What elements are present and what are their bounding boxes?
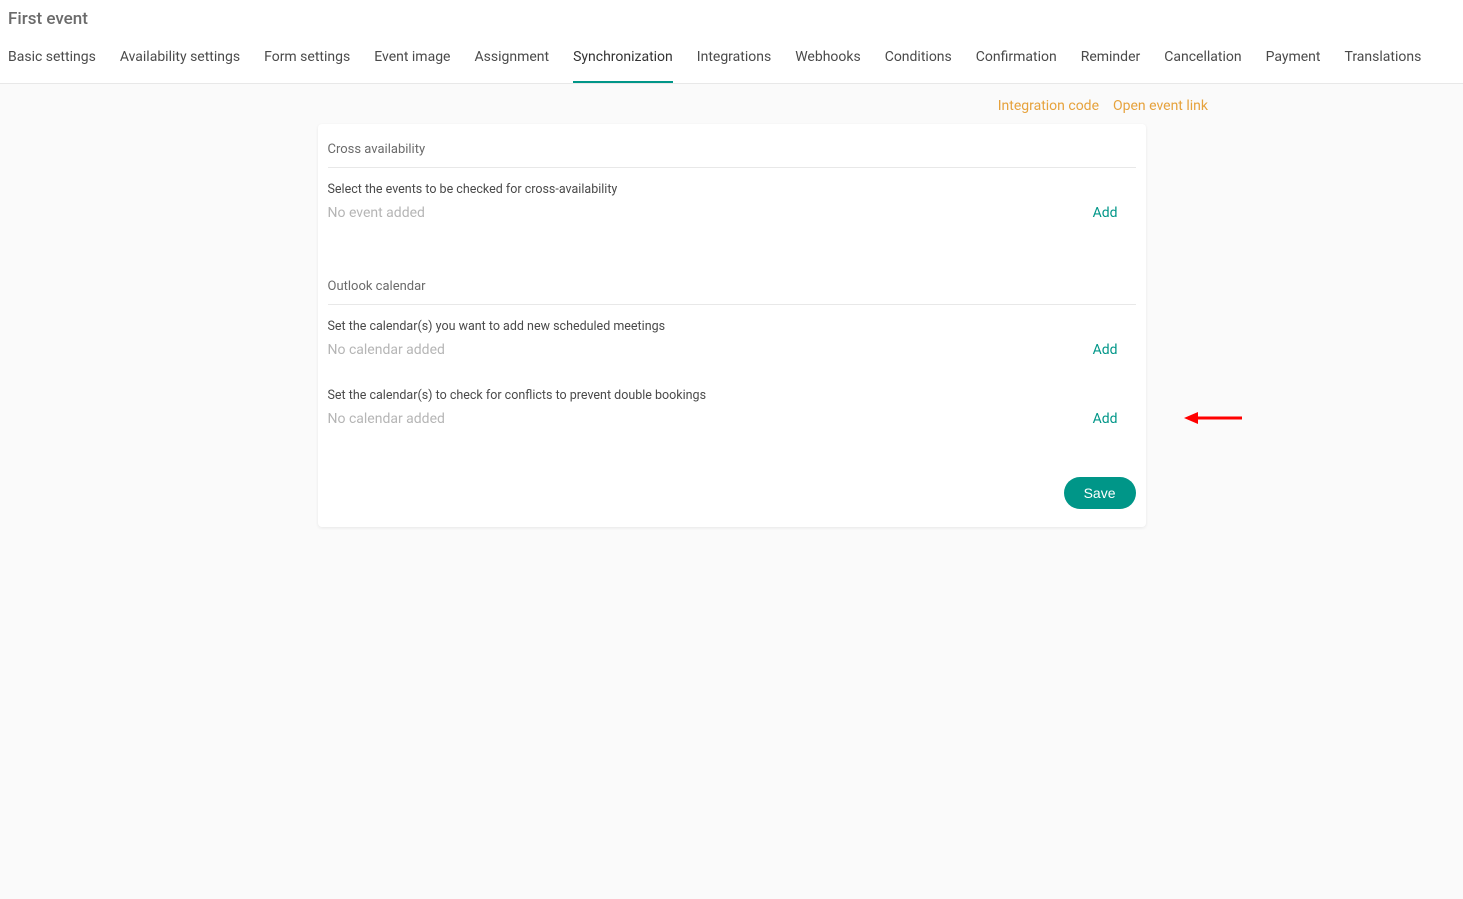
cross-availability-section: Cross availability Select the events to … [328,134,1136,221]
tab-cancellation[interactable]: Cancellation [1164,33,1241,83]
tab-synchronization[interactable]: Synchronization [573,33,673,83]
header-links: Integration code Open event link [0,84,1463,114]
tab-webhooks[interactable]: Webhooks [795,33,861,83]
tabs: Basic settings Availability settings Form … [0,33,1463,83]
tab-basic-settings[interactable]: Basic settings [8,33,96,83]
tab-payment[interactable]: Payment [1266,33,1321,83]
settings-card: Cross availability Select the events to … [318,124,1146,527]
tab-integrations[interactable]: Integrations [697,33,771,83]
outlook-conflict-instruction: Set the calendar(s) to check for conflic… [328,388,1136,403]
tab-availability-settings[interactable]: Availability settings [120,33,240,83]
tab-translations[interactable]: Translations [1344,33,1421,83]
cross-availability-instruction: Select the events to be checked for cros… [328,182,1136,197]
tab-conditions[interactable]: Conditions [885,33,952,83]
save-button[interactable]: Save [1064,477,1136,509]
cross-availability-add-button[interactable]: Add [1093,205,1136,221]
tab-reminder[interactable]: Reminder [1081,33,1141,83]
cross-availability-title: Cross availability [328,134,1136,168]
page-title: First event [0,0,1463,33]
outlook-section: Outlook calendar Set the calendar(s) you… [328,271,1136,427]
tab-form-settings[interactable]: Form settings [264,33,350,83]
cross-availability-placeholder: No event added [328,205,425,221]
outlook-add-placeholder: No calendar added [328,342,445,358]
outlook-add-button[interactable]: Add [1093,342,1136,358]
tab-event-image[interactable]: Event image [374,33,450,83]
outlook-conflict-placeholder: No calendar added [328,411,445,427]
arrow-annotation-icon [1184,408,1244,428]
outlook-add-instruction: Set the calendar(s) you want to add new … [328,319,1136,334]
open-event-link[interactable]: Open event link [1113,98,1208,114]
outlook-conflict-add-button[interactable]: Add [1093,411,1136,427]
tab-assignment[interactable]: Assignment [474,33,549,83]
outlook-title: Outlook calendar [328,271,1136,305]
integration-code-link[interactable]: Integration code [998,98,1099,114]
tab-confirmation[interactable]: Confirmation [976,33,1057,83]
